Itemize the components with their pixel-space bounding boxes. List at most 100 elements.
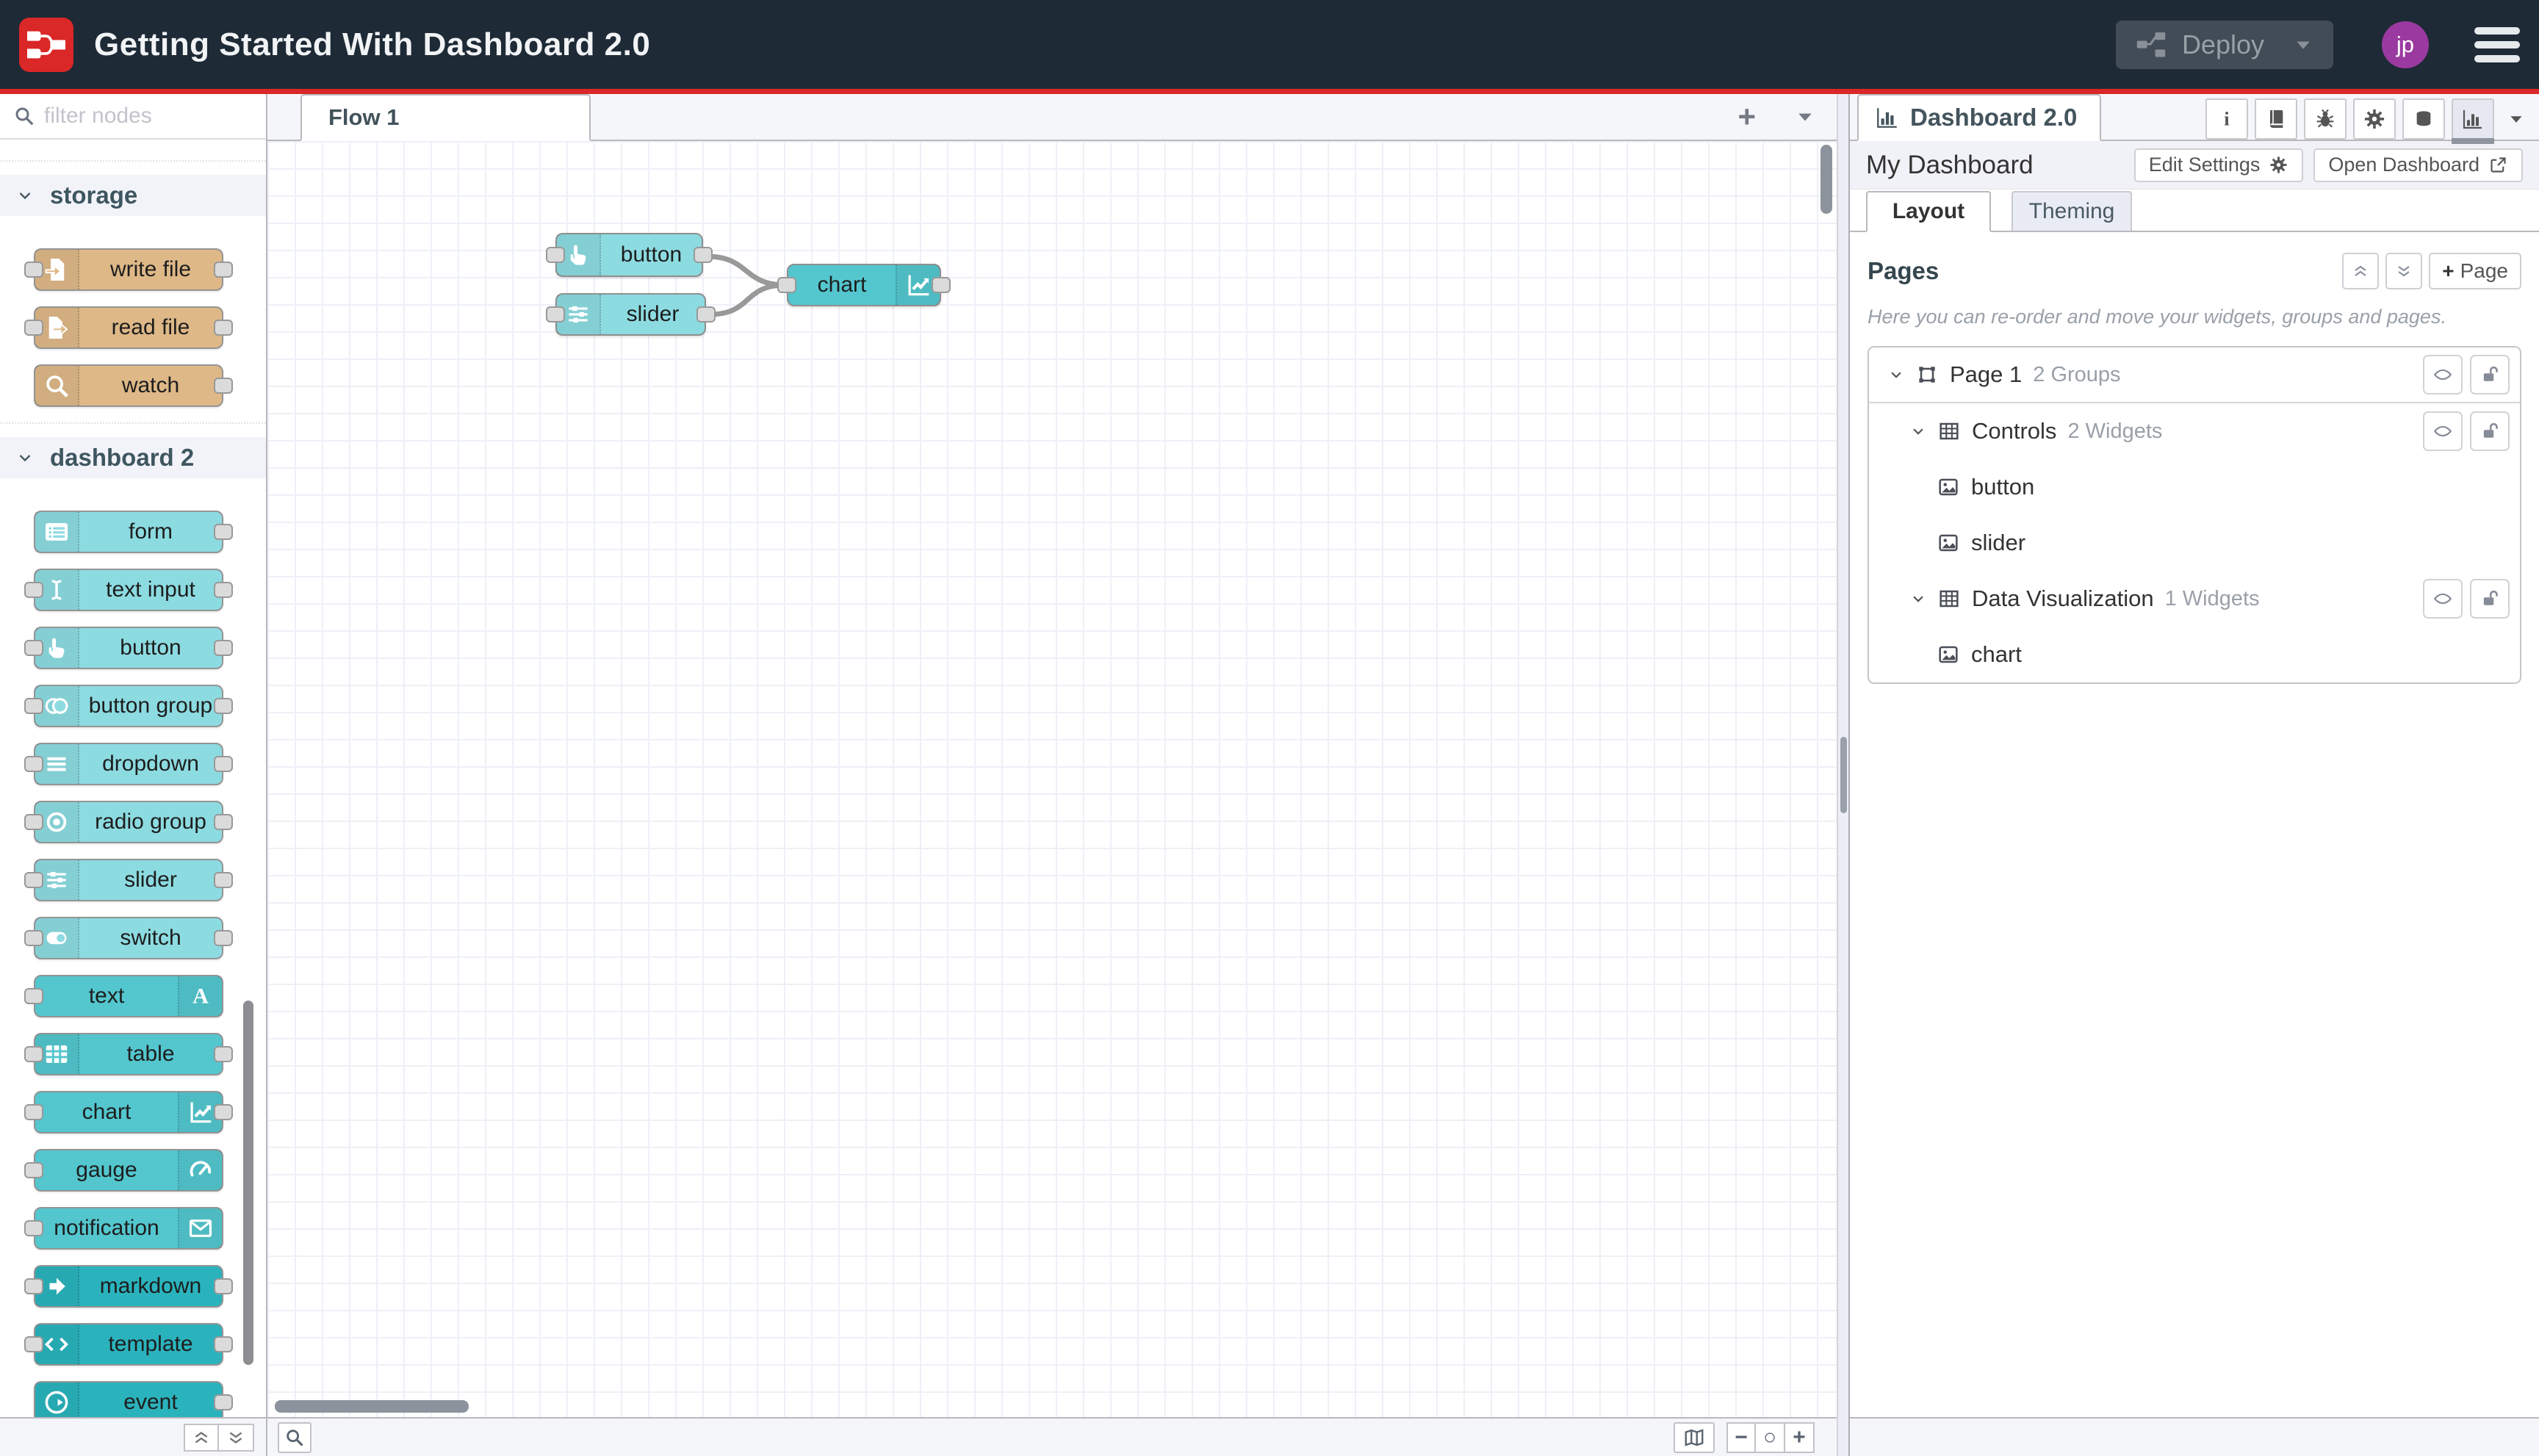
node-chart[interactable]: chart	[24, 1091, 233, 1134]
splitter-grip[interactable]	[1840, 737, 1847, 813]
collapse-all-pages-button[interactable]	[2342, 253, 2380, 289]
sidebar-tool-bug-icon[interactable]	[2304, 98, 2347, 140]
sidebar-tool-book-icon[interactable]	[2255, 98, 2297, 140]
tree-row-chart[interactable]: chart	[1869, 627, 2520, 682]
input-port[interactable]	[24, 1220, 43, 1236]
tree-row-slider[interactable]: slider	[1869, 515, 2520, 571]
output-port[interactable]	[214, 640, 233, 656]
flow-list-caret-icon[interactable]	[1794, 106, 1816, 128]
output-port[interactable]	[696, 306, 716, 322]
canvas-vertical-scrollbar[interactable]	[1820, 145, 1832, 214]
sidebar-tool-info-icon[interactable]: i	[2205, 98, 2248, 140]
toggle-navigator-button[interactable]	[1674, 1421, 1715, 1453]
input-port[interactable]	[777, 277, 796, 293]
node-template[interactable]: template	[24, 1323, 233, 1366]
output-port[interactable]	[694, 247, 713, 263]
input-port[interactable]	[24, 872, 43, 888]
canvas-horizontal-scrollbar[interactable]	[275, 1400, 469, 1413]
search-flows-button[interactable]	[278, 1421, 311, 1453]
input-port[interactable]	[24, 988, 43, 1004]
output-port[interactable]	[214, 756, 233, 772]
tree-row-data-visualization[interactable]: Data Visualization 1 Widgets	[1869, 571, 2520, 627]
input-port[interactable]	[24, 1162, 43, 1178]
input-port[interactable]	[24, 262, 43, 278]
input-port[interactable]	[546, 306, 565, 322]
node-button[interactable]: button	[24, 627, 233, 669]
input-port[interactable]	[24, 640, 43, 656]
node-table[interactable]: table	[24, 1033, 233, 1075]
chevron-down-icon[interactable]	[1910, 591, 1926, 607]
sidebar-tool-gear-icon[interactable]	[2353, 98, 2396, 140]
input-port[interactable]	[24, 1336, 43, 1352]
zoom-out-button[interactable]: −	[1726, 1421, 1756, 1453]
input-port[interactable]	[24, 1104, 43, 1120]
chevron-down-icon[interactable]	[1910, 423, 1926, 439]
node-text[interactable]: text A	[24, 975, 223, 1017]
output-port[interactable]	[214, 814, 233, 830]
output-port[interactable]	[932, 277, 951, 293]
category-header-dashboard-2[interactable]: dashboard 2	[0, 437, 266, 478]
user-avatar[interactable]: jp	[2382, 21, 2429, 68]
input-port[interactable]	[24, 756, 43, 772]
output-port[interactable]	[214, 930, 233, 946]
lock-toggle-button[interactable]	[2470, 355, 2510, 394]
output-port[interactable]	[214, 378, 233, 394]
node-write-file[interactable]: write file	[24, 248, 233, 291]
output-port[interactable]	[214, 698, 233, 714]
category-header-storage[interactable]: storage	[0, 175, 266, 216]
visibility-toggle-button[interactable]	[2423, 355, 2463, 394]
node-notification[interactable]: notification	[24, 1207, 223, 1250]
add-flow-button[interactable]: +	[1737, 101, 1756, 132]
input-port[interactable]	[24, 930, 43, 946]
add-page-button[interactable]: + Page	[2429, 253, 2521, 289]
sidebar-tool-bar-chart-icon[interactable]	[2452, 98, 2494, 144]
node-read-file[interactable]: read file	[24, 306, 233, 349]
collapse-all-categories-button[interactable]	[184, 1423, 219, 1452]
input-port[interactable]	[24, 814, 43, 830]
node-watch[interactable]: watch	[34, 364, 233, 407]
lock-toggle-button[interactable]	[2470, 411, 2510, 451]
node-radio-group[interactable]: radio group	[24, 801, 233, 843]
tab-layout[interactable]: Layout	[1866, 191, 1991, 232]
node-gauge[interactable]: gauge	[24, 1149, 223, 1192]
node-switch[interactable]: switch	[24, 917, 233, 959]
output-port[interactable]	[214, 872, 233, 888]
output-port[interactable]	[214, 1104, 233, 1120]
input-port[interactable]	[24, 698, 43, 714]
node-dropdown[interactable]: dropdown	[24, 743, 233, 785]
node-markdown[interactable]: markdown	[24, 1265, 233, 1308]
tab-dashboard-2[interactable]: Dashboard 2.0	[1857, 94, 2101, 141]
tree-row-page-1[interactable]: Page 1 2 Groups	[1869, 347, 2520, 403]
output-port[interactable]	[214, 1278, 233, 1294]
deploy-button[interactable]: Deploy	[2115, 20, 2333, 69]
node-button-group[interactable]: button group	[24, 685, 233, 727]
output-port[interactable]	[214, 524, 233, 540]
tab-flow-1[interactable]: Flow 1	[300, 94, 591, 141]
zoom-reset-button[interactable]: ○	[1756, 1421, 1785, 1453]
open-dashboard-button[interactable]: Open Dashboard	[2313, 148, 2523, 182]
output-port[interactable]	[214, 1336, 233, 1352]
sidebar-menu-caret-icon[interactable]	[2507, 109, 2526, 129]
chevron-down-icon[interactable]	[1888, 367, 1904, 383]
input-port[interactable]	[546, 247, 565, 263]
expand-all-pages-button[interactable]	[2385, 253, 2423, 289]
deploy-caret-icon[interactable]	[2292, 34, 2314, 56]
node-event[interactable]: event	[34, 1381, 233, 1417]
filter-nodes-input[interactable]	[44, 104, 253, 129]
flow-canvas[interactable]: button slider chart	[267, 141, 1837, 1417]
input-port[interactable]	[24, 582, 43, 598]
wire[interactable]	[704, 253, 788, 288]
main-menu-icon[interactable]	[2474, 26, 2520, 62]
expand-all-categories-button[interactable]	[219, 1423, 254, 1452]
node-slider[interactable]: slider	[24, 859, 233, 901]
wire[interactable]	[707, 282, 788, 317]
visibility-toggle-button[interactable]	[2423, 579, 2463, 619]
tree-row-button[interactable]: button	[1869, 459, 2520, 515]
tab-theming[interactable]: Theming	[2012, 191, 2132, 231]
zoom-in-button[interactable]: +	[1785, 1421, 1815, 1453]
input-port[interactable]	[24, 1046, 43, 1062]
output-port[interactable]	[214, 262, 233, 278]
output-port[interactable]	[214, 320, 233, 336]
tree-row-controls[interactable]: Controls 2 Widgets	[1869, 403, 2520, 459]
output-port[interactable]	[214, 582, 233, 598]
